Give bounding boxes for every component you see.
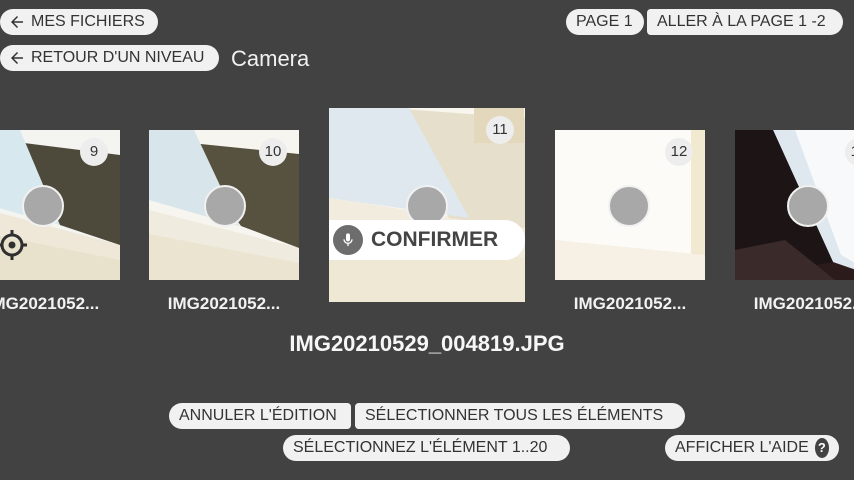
back-one-level-label: RETOUR D'UN NIVEAU (31, 49, 205, 66)
go-to-page-button[interactable]: ALLER À LA PAGE 1 -2 (647, 9, 843, 35)
folder-title: Camera (231, 46, 310, 71)
gallery-caption-13: IMG2021052... (753, 294, 854, 313)
page-indicator[interactable]: PAGE 1 (566, 9, 644, 35)
gallery-item-11[interactable]: 11 (329, 108, 525, 302)
select-all-button[interactable]: SÉLECTIONNER TOUS LES ÉLÉMENTS (355, 403, 685, 429)
show-help-button[interactable]: AFFICHER L'AIDE ? (665, 435, 839, 461)
confirm-label: CONFIRMER (371, 228, 499, 251)
selected-filename: IMG20210529_004819.JPG (289, 331, 565, 356)
select-circle[interactable] (608, 185, 650, 227)
left-arrow-icon (11, 52, 23, 64)
my-files-label: MES FICHIERS (31, 13, 145, 30)
crosshair-icon[interactable] (0, 229, 28, 261)
gallery-caption-10: IMG2021052... (167, 294, 281, 313)
item-number-badge: 10 (259, 138, 287, 166)
microphone-icon (333, 225, 363, 255)
gallery-caption-9: IMG2021052... (0, 294, 100, 313)
gallery-caption-12: IMG2021052... (573, 294, 687, 313)
cancel-edit-button[interactable]: ANNULER L'ÉDITION (169, 403, 351, 429)
gallery-item-10[interactable]: 10 (149, 130, 299, 280)
select-circle[interactable] (787, 185, 829, 227)
select-range-button[interactable]: SÉLECTIONNEZ L'ÉLÉMENT 1..20 (283, 435, 570, 461)
item-number-badge: 12 (665, 138, 693, 166)
select-circle[interactable] (22, 185, 64, 227)
microphone-glyph (343, 233, 353, 246)
left-arrow-icon (11, 16, 23, 28)
help-icon: ? (814, 438, 829, 458)
gallery-item-12[interactable]: 12 (555, 130, 705, 280)
select-circle[interactable] (204, 185, 246, 227)
item-number-badge: 9 (80, 138, 108, 166)
gallery-screen: MES FICHIERS RETOUR D'UN NIVEAU Camera P… (0, 0, 854, 480)
confirm-voice-action[interactable]: CONFIRMER (329, 220, 525, 260)
item-number-badge: 11 (486, 116, 514, 144)
gallery-item-13[interactable]: 13 (735, 130, 854, 280)
back-one-level-button[interactable]: RETOUR D'UN NIVEAU (0, 45, 219, 71)
show-help-label: AFFICHER L'AIDE (675, 439, 809, 456)
my-files-button[interactable]: MES FICHIERS (0, 9, 158, 35)
